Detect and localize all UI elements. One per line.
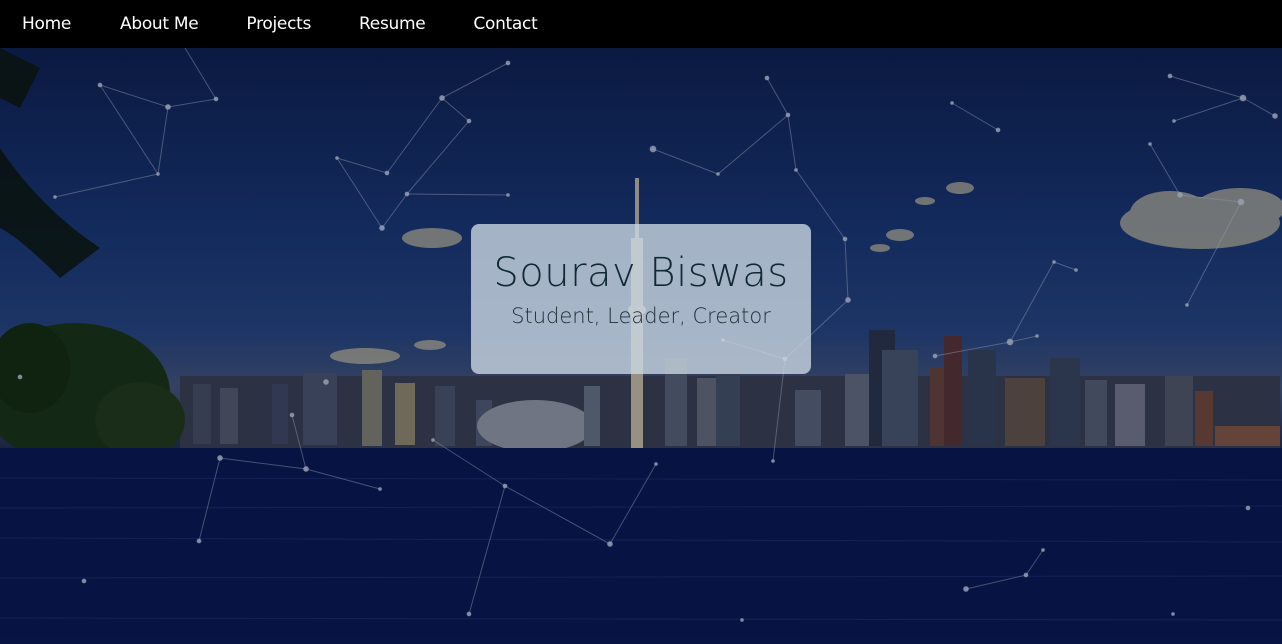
nav-projects-link[interactable]: Projects — [246, 14, 311, 34]
hero-section: Sourav Biswas Student, Leader, Creator — [0, 48, 1282, 644]
top-nav: Home About Me Projects Resume Contact — [0, 0, 1282, 48]
hero-tagline: Student, Leader, Creator — [511, 304, 771, 328]
nav-home-link[interactable]: Home — [22, 14, 71, 34]
hero-name: Sourav Biswas — [493, 250, 789, 296]
nav-resume-link[interactable]: Resume — [359, 14, 426, 34]
nav-about-link[interactable]: About Me — [120, 14, 199, 34]
intro-card: Sourav Biswas Student, Leader, Creator — [471, 224, 811, 374]
nav-contact-link[interactable]: Contact — [473, 14, 537, 34]
